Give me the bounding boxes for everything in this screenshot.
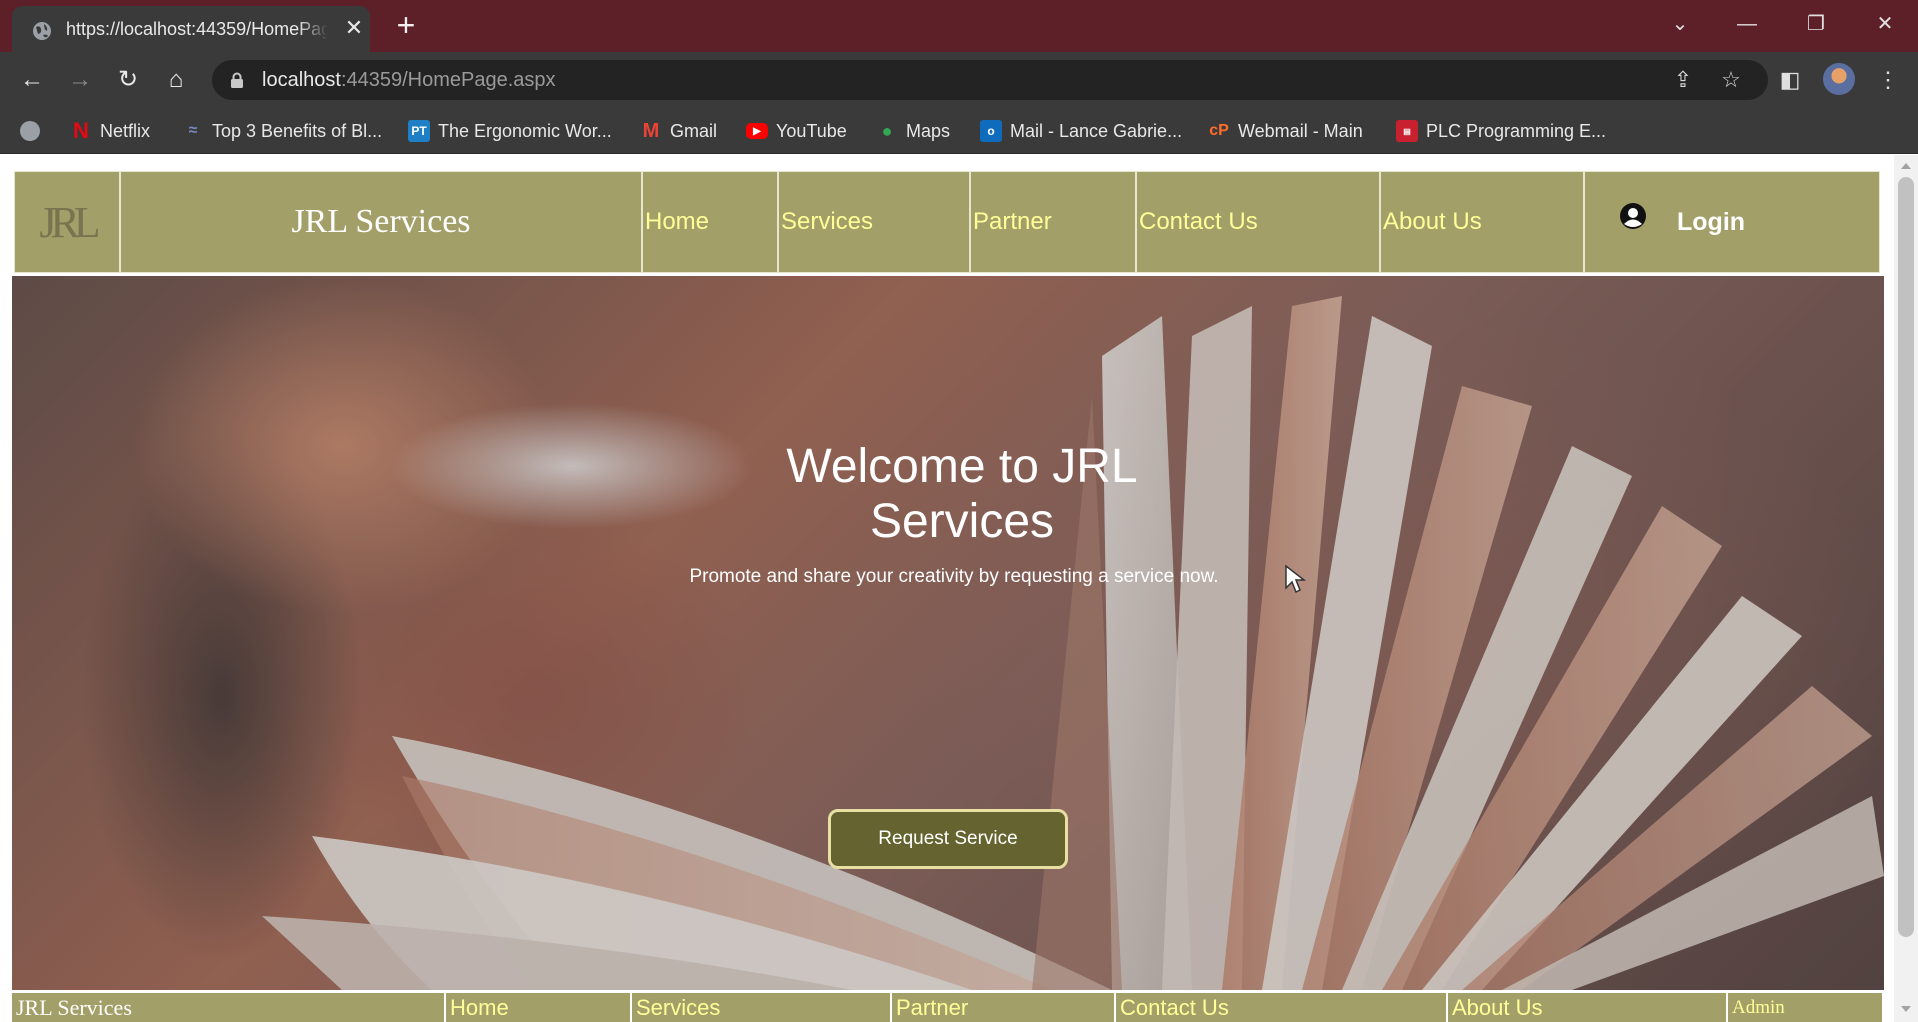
- bookmark-webmail[interactable]: cP Webmail - Main: [1208, 118, 1363, 144]
- close-tab-icon[interactable]: ✕: [342, 16, 366, 40]
- scrollbar-thumb[interactable]: [1898, 177, 1914, 937]
- tab-title: https://localhost:44359/HomePage.aspx: [66, 19, 328, 40]
- globe-icon: [33, 22, 51, 40]
- lock-icon: [231, 72, 243, 88]
- page-viewport: JRL JRL Services Home Services Partner C…: [0, 155, 1918, 1022]
- tab-search-icon[interactable]: ⌄: [1662, 10, 1698, 38]
- bookmark-blog[interactable]: ≈ Top 3 Benefits of Bl...: [182, 118, 383, 144]
- kebab-menu-icon[interactable]: ⋮: [1872, 64, 1904, 96]
- footer-about-us[interactable]: About Us: [1448, 993, 1728, 1022]
- bookmark-gmail[interactable]: M Gmail: [640, 118, 717, 144]
- site-brand: JRL Services: [120, 171, 642, 273]
- home-icon[interactable]: ⌂: [160, 64, 192, 96]
- bookmark-maps[interactable]: ● Maps: [876, 118, 950, 144]
- nav-about-us[interactable]: About Us: [1380, 171, 1584, 273]
- restore-icon[interactable]: ❐: [1798, 10, 1834, 38]
- scroll-down-arrow-icon[interactable]: [1901, 1006, 1911, 1012]
- hero-banner: Welcome to JRL Services Promote and shar…: [12, 276, 1884, 990]
- browser-toolbar: ← → ↻ ⌂ localhost:44359/HomePage.aspx ⇪ …: [0, 52, 1918, 108]
- outlook-icon: o: [980, 120, 1002, 142]
- plc-icon: ▤: [1396, 120, 1418, 142]
- bookmark-outlook[interactable]: o Mail - Lance Gabrie...: [980, 118, 1182, 144]
- blog-icon: ≈: [188, 122, 198, 139]
- site-footer: JRL Services Home Services Partner Conta…: [12, 993, 1882, 1022]
- footer-contact-us[interactable]: Contact Us: [1116, 993, 1448, 1022]
- scroll-up-arrow-icon[interactable]: [1901, 163, 1911, 169]
- profile-avatar[interactable]: [1823, 63, 1855, 95]
- login-button[interactable]: Login: [1584, 171, 1880, 273]
- url-text: localhost:44359/HomePage.aspx: [262, 69, 556, 91]
- window-close-icon[interactable]: ✕: [1867, 10, 1903, 38]
- minimize-icon[interactable]: —: [1729, 10, 1765, 38]
- reload-icon[interactable]: ↻: [112, 64, 144, 96]
- youtube-icon: ▶: [746, 123, 768, 139]
- pt-icon: PT: [408, 120, 430, 142]
- nav-home[interactable]: Home: [642, 171, 778, 273]
- maps-icon: ●: [881, 120, 893, 141]
- hero-subtitle: Promote and share your creativity by req…: [689, 566, 1219, 587]
- nav-partner[interactable]: Partner: [970, 171, 1136, 273]
- hero-overlay: [12, 276, 1884, 990]
- site-header: JRL JRL Services Home Services Partner C…: [14, 171, 1880, 273]
- cpanel-icon: cP: [1209, 122, 1229, 139]
- hero-title: Welcome to JRL Services: [786, 440, 1138, 548]
- forward-arrow-icon[interactable]: →: [64, 64, 96, 96]
- bookmark-netflix[interactable]: N Netflix: [70, 118, 150, 144]
- footer-brand: JRL Services: [12, 993, 446, 1022]
- side-panel-icon[interactable]: ◧: [1774, 64, 1806, 96]
- address-bar[interactable]: localhost:44359/HomePage.aspx ⇪ ☆: [212, 60, 1768, 100]
- bookmark-ergonomic[interactable]: PT The Ergonomic Wor...: [408, 118, 612, 144]
- page-scrollbar[interactable]: [1894, 155, 1918, 1022]
- browser-tab[interactable]: https://localhost:44359/HomePage.aspx ✕: [12, 6, 370, 52]
- apps-icon[interactable]: [20, 118, 40, 144]
- bookmark-plc[interactable]: ▤ PLC Programming E...: [1396, 118, 1606, 144]
- browser-tab-strip: https://localhost:44359/HomePage.aspx ✕ …: [0, 0, 1918, 52]
- footer-home[interactable]: Home: [446, 993, 632, 1022]
- footer-services[interactable]: Services: [632, 993, 892, 1022]
- nav-contact-us[interactable]: Contact Us: [1136, 171, 1380, 273]
- bookmark-youtube[interactable]: ▶ YouTube: [746, 118, 847, 144]
- footer-admin[interactable]: Admin: [1728, 993, 1882, 1022]
- share-icon[interactable]: ⇪: [1670, 68, 1696, 92]
- nav-services[interactable]: Services: [778, 171, 970, 273]
- user-circle-icon: [1620, 203, 1646, 229]
- mouse-cursor-icon: [1285, 564, 1306, 594]
- netflix-icon: N: [73, 118, 89, 143]
- new-tab-icon[interactable]: +: [392, 9, 420, 41]
- bookmarks-bar: N Netflix ≈ Top 3 Benefits of Bl... PT T…: [0, 108, 1918, 154]
- site-logo[interactable]: JRL: [14, 171, 120, 273]
- gmail-icon: M: [642, 119, 660, 142]
- bookmark-star-icon[interactable]: ☆: [1718, 68, 1744, 92]
- footer-partner[interactable]: Partner: [892, 993, 1116, 1022]
- request-service-button[interactable]: Request Service: [828, 809, 1068, 869]
- back-arrow-icon[interactable]: ←: [16, 64, 48, 96]
